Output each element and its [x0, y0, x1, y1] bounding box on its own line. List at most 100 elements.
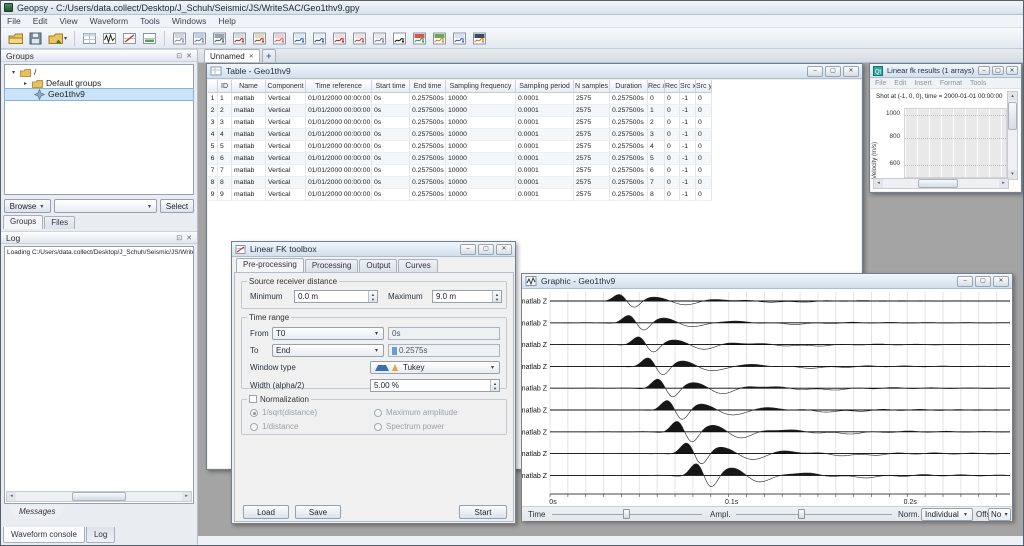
radio-1-distance[interactable]: 1/distance: [250, 422, 298, 431]
tab-waveform-console[interactable]: Waveform console: [3, 527, 85, 543]
table-row[interactable]: 11matlabVertical01/01/2000 00:00:000s0.2…: [208, 93, 861, 105]
menu-view[interactable]: View: [53, 16, 83, 26]
minimize-icon[interactable]: –: [978, 66, 990, 75]
minimum-distance-spinbox[interactable]: 0.0 m ▲▼: [294, 290, 378, 303]
menu-file[interactable]: File: [1, 16, 27, 26]
radio-maximum-amplitude[interactable]: Maximum amplitude: [374, 408, 458, 417]
tab-groups[interactable]: Groups: [3, 215, 43, 229]
tool-icon-2-button[interactable]: [190, 29, 209, 47]
tool-icon-10-button[interactable]: [350, 29, 369, 47]
close-icon[interactable]: ✕: [993, 276, 1009, 287]
tree-item-geo1thv9[interactable]: Geo1thv9: [5, 89, 193, 100]
minimize-icon[interactable]: –: [807, 66, 823, 77]
collapsed-icon[interactable]: ▸: [22, 80, 29, 87]
dropdown-caret-icon[interactable]: ▾: [64, 35, 67, 42]
column-header-n-samples[interactable]: N samples: [574, 80, 610, 93]
fk-results-plot[interactable]: [904, 108, 1007, 178]
spinner-arrows-icon[interactable]: ▲▼: [492, 291, 501, 302]
slider-thumb[interactable]: [623, 509, 630, 519]
norm-combobox[interactable]: Individual ▾: [921, 508, 973, 521]
float-panel-icon[interactable]: ⊡: [176, 234, 182, 242]
tree-item-root[interactable]: ▾ /: [5, 67, 193, 78]
tab-messages[interactable]: Messages: [9, 506, 65, 518]
radio-spectrum-power[interactable]: Spectrum power: [374, 422, 444, 431]
maximum-distance-spinbox[interactable]: 9.0 m ▲▼: [432, 290, 502, 303]
tab-log[interactable]: Log: [86, 527, 115, 543]
scroll-up-icon[interactable]: ▴: [1008, 92, 1017, 101]
fk-toolbox-titlebar[interactable]: Linear FK toolbox – ▢ ✕: [232, 242, 515, 257]
slider-thumb[interactable]: [798, 509, 805, 519]
fk-results-titlebar[interactable]: Qt Linear fk results (1 arrays) – ▢ ✕: [870, 64, 1021, 78]
close-panel-icon[interactable]: ✕: [186, 52, 192, 60]
table-row[interactable]: 77matlabVertical01/01/2000 00:00:000s0.2…: [208, 165, 861, 177]
scroll-right-icon[interactable]: ▸: [999, 179, 1008, 188]
tree-item-default-groups[interactable]: ▸ Default groups: [5, 78, 193, 89]
width-alpha-spinbox[interactable]: 5.00 % ▲▼: [370, 379, 500, 392]
tool-icon-6-button[interactable]: [270, 29, 289, 47]
close-tab-icon[interactable]: ✕: [249, 53, 254, 60]
close-icon[interactable]: ✕: [496, 244, 512, 255]
tool-icon-8-button[interactable]: [310, 29, 329, 47]
menu-edit[interactable]: Edit: [27, 16, 54, 26]
menu-windows[interactable]: Windows: [166, 16, 212, 26]
map-view-icon-button[interactable]: [140, 29, 159, 47]
column-header-end-time[interactable]: End time: [410, 80, 446, 93]
column-header-start-time[interactable]: Start time: [372, 80, 410, 93]
column-header-time-reference[interactable]: Time reference: [306, 80, 372, 93]
menu-help[interactable]: Help: [212, 16, 241, 26]
spinner-arrows-icon[interactable]: ▲▼: [368, 291, 377, 302]
table-row[interactable]: 55matlabVertical01/01/2000 00:00:000s0.2…: [208, 141, 861, 153]
from-combobox[interactable]: T0 ▾: [272, 327, 384, 340]
import-signals-icon-button[interactable]: [46, 29, 65, 47]
results-menu-edit[interactable]: Edit: [894, 80, 906, 87]
table-row[interactable]: 66matlabVertical01/01/2000 00:00:000s0.2…: [208, 153, 861, 165]
column-header-rec-x[interactable]: Rec x: [648, 80, 665, 93]
tool-icon-16-button[interactable]: [470, 29, 489, 47]
column-header-src-x[interactable]: Src x: [680, 80, 696, 93]
expanded-icon[interactable]: ▾: [10, 69, 17, 76]
scroll-right-icon[interactable]: ▸: [182, 492, 191, 501]
menu-waveform[interactable]: Waveform: [84, 16, 134, 26]
scroll-left-icon[interactable]: ◂: [7, 492, 16, 501]
column-header-sampling-frequency[interactable]: Sampling frequency: [446, 80, 516, 93]
spinner-arrows-icon[interactable]: ▲▼: [490, 380, 499, 391]
close-panel-icon[interactable]: ✕: [186, 234, 192, 242]
tab-pre-processing[interactable]: Pre-processing: [236, 258, 304, 272]
scrollbar-thumb[interactable]: [918, 179, 959, 188]
table-view-icon-button[interactable]: [80, 29, 99, 47]
maximize-icon[interactable]: ▢: [992, 66, 1004, 75]
float-panel-icon[interactable]: ⊡: [176, 52, 182, 60]
window-type-combobox[interactable]: Tukey ▾: [370, 361, 500, 374]
column-header-id[interactable]: ID: [218, 80, 232, 93]
radio-1-sqrt-distance[interactable]: 1/sqrt(distance): [250, 408, 317, 417]
radio-icon[interactable]: [250, 409, 258, 417]
load-button[interactable]: Load: [243, 505, 289, 519]
tool-icon-12-button[interactable]: [390, 29, 409, 47]
graphic-window-titlebar[interactable]: Graphic - Geo1thv9 – ▢ ✕: [522, 274, 1012, 289]
scrollbar-track[interactable]: [16, 492, 182, 501]
tool-icon-1-button[interactable]: [170, 29, 189, 47]
table-window-titlebar[interactable]: Table - Geo1thv9 – ▢ ✕: [207, 64, 862, 79]
new-tab-button[interactable]: +: [262, 49, 276, 62]
results-menu-tools[interactable]: Tools: [970, 80, 986, 87]
time-zoom-slider[interactable]: [552, 509, 702, 520]
graphic-view-icon-button[interactable]: [100, 29, 119, 47]
results-menu-file[interactable]: File: [875, 80, 886, 87]
maximize-icon[interactable]: ▢: [825, 66, 841, 77]
tab-output[interactable]: Output: [359, 259, 397, 272]
tab-unnamed[interactable]: Unnamed ✕: [204, 49, 260, 62]
fk-results-vscrollbar[interactable]: ▴ ▾: [1007, 91, 1018, 180]
results-menu-insert[interactable]: Insert: [914, 80, 932, 87]
tool-icon-14-button[interactable]: [430, 29, 449, 47]
tab-curves[interactable]: Curves: [398, 259, 437, 272]
browse-button[interactable]: Browse ▾: [4, 199, 51, 213]
column-header-name[interactable]: Name: [232, 80, 266, 93]
select-button[interactable]: Select: [160, 199, 194, 213]
titlebar[interactable]: Geopsy - C:/Users/data.collect/Desktop/J…: [1, 1, 1023, 15]
maximize-icon[interactable]: ▢: [975, 276, 991, 287]
tool-icon-3-button[interactable]: [210, 29, 229, 47]
scrollbar-track[interactable]: [883, 179, 999, 188]
start-button[interactable]: Start: [459, 505, 507, 519]
tool-icon-15-button[interactable]: [450, 29, 469, 47]
column-header-rec-y[interactable]: Rec y: [665, 80, 680, 93]
